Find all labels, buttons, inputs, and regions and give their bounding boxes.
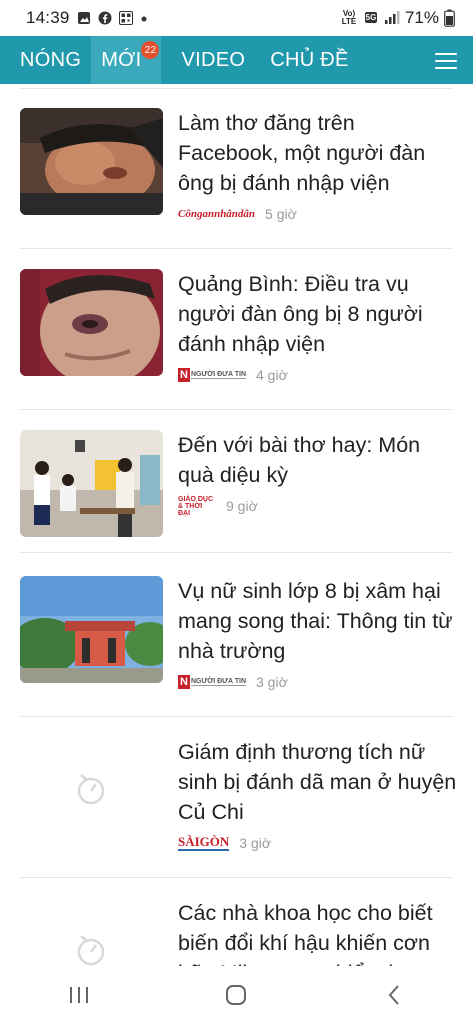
article-thumbnail [20,576,163,683]
loading-clock-icon [77,774,105,805]
status-time: 14:39 [26,8,70,27]
signal-icon [384,11,400,24]
article-time: 5 giờ [265,206,297,222]
article-thumbnail-loading [20,737,163,844]
article-meta: N NGƯỜI ĐƯA TIN 4 giờ [178,367,288,383]
gallery-icon [77,12,90,24]
article-meta: GIÁO DỤC & THỜI ĐẠI 9 giờ [178,495,258,517]
new-count-badge: 22 [141,41,160,59]
article-time: 9 giờ [226,498,258,514]
article-meta: Côngannhândân 5 giờ [178,206,297,222]
source-logo: N NGƯỜI ĐƯA TIN [178,368,246,382]
tab-video-label: VIDEO [181,48,246,71]
article-meta: SÀIGÒN 3 giờ [178,834,272,851]
source-logo: Côngannhândân [178,208,256,220]
article-title[interactable]: Giám định thương tích nữ sinh bị đánh dã… [178,737,460,827]
hamburger-icon[interactable] [435,50,457,70]
qr-icon [118,11,133,25]
source-logo: GIÁO DỤC & THỜI ĐẠI [178,495,213,517]
tab-video[interactable]: VIDEO [161,36,255,84]
category-tabs: NÓNG MỚI 22 VIDEO CHỦ ĐỀ [0,36,473,84]
facebook-icon [98,11,112,25]
loading-clock-icon [77,935,105,966]
battery-percent: 71% [404,8,439,27]
recents-button[interactable] [49,975,109,1015]
divider [20,552,453,553]
tab-hot[interactable]: NÓNG [0,36,91,84]
home-button[interactable] [206,975,266,1015]
tab-topics-label: CHỦ ĐỀ [270,48,349,71]
article-title[interactable]: Quảng Bình: Điều tra vụ người đàn ông bị… [178,269,460,359]
divider [20,88,453,89]
divider [20,409,453,410]
divider [20,877,453,878]
network-indicator: 5G [364,12,378,23]
back-icon [388,985,399,1005]
article-title[interactable]: Các nhà khoa học cho biết biến đổi khí h… [178,898,460,966]
tab-new[interactable]: MỚI 22 [91,36,162,84]
article-thumbnail [20,108,163,215]
article-thumbnail [20,430,163,537]
battery-icon [444,9,455,27]
source-logo: SÀIGÒN [178,834,230,851]
article-time: 3 giờ [256,674,288,690]
article-time: 3 giờ [239,835,272,851]
tab-new-label: MỚI [101,48,142,71]
tab-hot-label: NÓNG [20,48,82,71]
recents-icon [69,987,88,1003]
article-meta: N NGƯỜI ĐƯA TIN 3 giờ [178,674,288,690]
back-button[interactable] [364,975,424,1015]
divider [20,248,453,249]
dot-icon [141,16,147,22]
tab-topics[interactable]: CHỦ ĐỀ [255,36,358,84]
source-logo: N NGƯỜI ĐƯA TIN [178,675,246,689]
status-bar: 14:39 Vo) LTE 5G 71% [0,0,473,36]
article-title[interactable]: Làm thơ đăng trên Facebook, một người đà… [178,108,460,198]
article-time: 4 giờ [256,367,288,383]
article-title[interactable]: Vụ nữ sinh lớp 8 bị xâm hại mang song th… [178,576,460,666]
divider [20,716,453,717]
system-navigation-bar [0,966,473,1024]
home-icon [226,985,247,1005]
news-feed[interactable]: Làm thơ đăng trên Facebook, một người đà… [0,84,473,966]
article-thumbnail-loading [20,898,163,966]
article-thumbnail [20,269,163,376]
volte-indicator: Vo) LTE [341,9,357,26]
article-title[interactable]: Đến với bài thơ hay: Món quà diệu kỳ [178,430,460,490]
